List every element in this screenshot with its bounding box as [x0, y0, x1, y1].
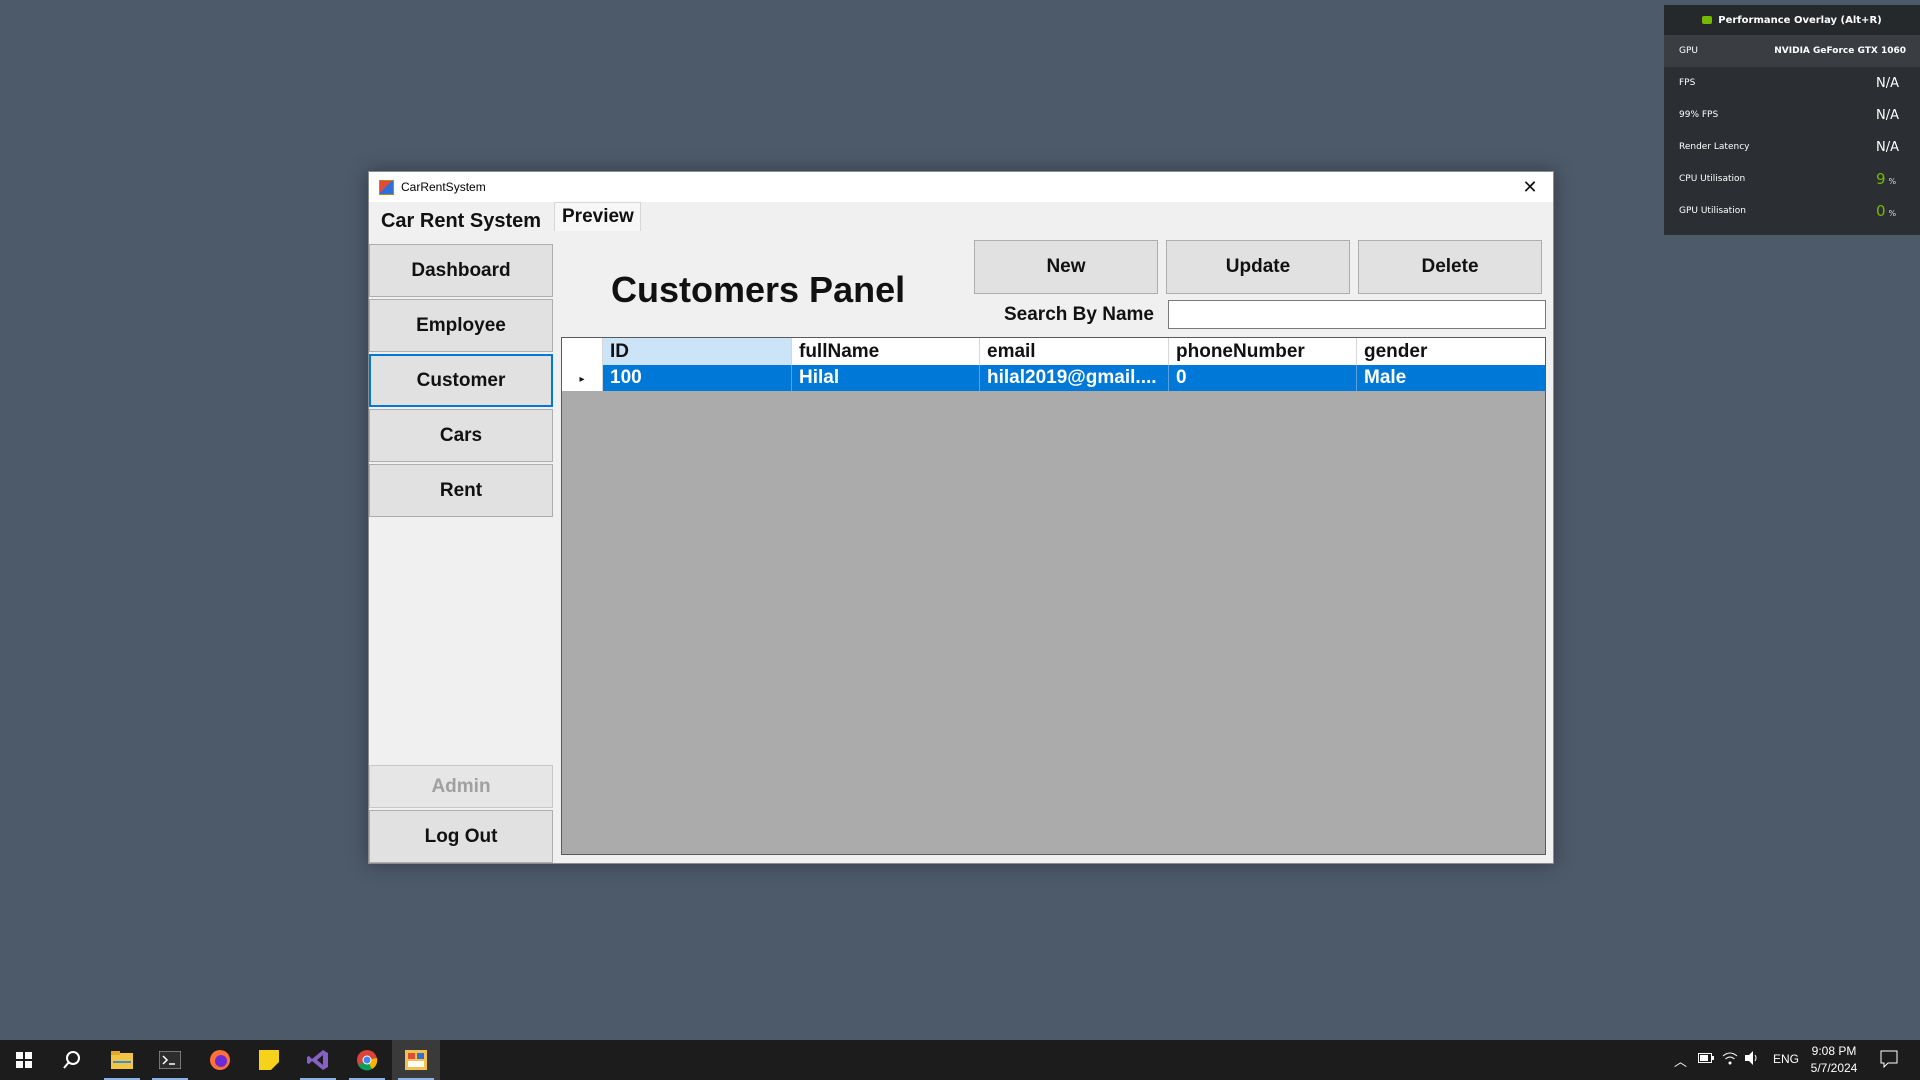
metric-value: 9% [1876, 170, 1906, 188]
sidebar-item-dashboard[interactable]: Dashboard [369, 244, 553, 297]
brand-title: Car Rent System [380, 210, 542, 232]
battery-icon[interactable] [1698, 1051, 1714, 1066]
firefox-icon[interactable] [196, 1040, 244, 1080]
overlay-gpu-value: NVIDIA GeForce GTX 1060 [1774, 46, 1906, 56]
tab-preview[interactable]: Preview [554, 202, 641, 232]
admin-button[interactable]: Admin [369, 765, 553, 808]
metric-value: N/A [1876, 75, 1899, 91]
app-window: CarRentSystem ✕ Car Rent System Dashboar… [368, 171, 1554, 864]
metric-unit: % [1888, 177, 1897, 186]
performance-overlay: Performance Overlay (Alt+R) GPU NVIDIA G… [1664, 5, 1920, 235]
metric-label: Render Latency [1679, 142, 1750, 152]
logout-button[interactable]: Log Out [369, 810, 553, 863]
wifi-icon[interactable] [1722, 1051, 1738, 1068]
sidebar-item-customer[interactable]: Customer [369, 354, 553, 407]
metric-label: CPU Utilisation [1679, 174, 1746, 184]
sidebar-item-rent[interactable]: Rent [369, 464, 553, 517]
sticky-notes-icon[interactable] [245, 1040, 293, 1080]
metric-value: N/A [1876, 139, 1899, 155]
column-header-gender[interactable]: gender [1357, 338, 1545, 365]
cell-gender[interactable]: Male [1357, 365, 1545, 391]
new-button[interactable]: New [974, 240, 1158, 294]
window-title: CarRentSystem [401, 180, 486, 194]
tab-strip: Preview [554, 202, 1552, 232]
nvidia-icon [1702, 16, 1713, 24]
search-icon[interactable] [48, 1040, 96, 1080]
volume-icon[interactable] [1745, 1051, 1761, 1068]
overlay-metric-latency: Render Latency N/A [1664, 131, 1920, 163]
metric-unit: % [1888, 209, 1897, 218]
terminal-icon[interactable] [146, 1040, 194, 1080]
cell-phonenumber[interactable]: 0 [1169, 365, 1357, 391]
column-header-phonenumber[interactable]: phoneNumber [1169, 338, 1357, 365]
sidebar-item-employee[interactable]: Employee [369, 299, 553, 352]
app-icon [379, 179, 394, 195]
overlay-metric-99fps: 99% FPS N/A [1664, 99, 1920, 131]
metric-number: 9 [1876, 170, 1886, 188]
column-header-fullname[interactable]: fullName [792, 338, 980, 365]
start-windows-icon[interactable] [0, 1040, 48, 1080]
metric-label: GPU Utilisation [1679, 206, 1746, 216]
clock[interactable]: 9:08 PM 5/7/2024 [1802, 1043, 1866, 1077]
visual-studio-icon[interactable] [294, 1040, 342, 1080]
metric-label: FPS [1679, 78, 1696, 88]
column-header-email[interactable]: email [980, 338, 1169, 365]
update-button[interactable]: Update [1166, 240, 1350, 294]
overlay-metric-cpu: CPU Utilisation 9% [1664, 163, 1920, 195]
search-label: Search By Name [1004, 304, 1154, 325]
chevron-up-icon[interactable]: ︿ [1674, 1051, 1687, 1070]
sidebar: Car Rent System Dashboard Employee Custo… [369, 202, 553, 863]
overlay-title: Performance Overlay (Alt+R) [1718, 14, 1882, 26]
metric-value: 0% [1876, 202, 1906, 220]
chrome-icon[interactable] [343, 1040, 391, 1080]
customers-panel: Customers Panel New Update Delete Search… [554, 231, 1552, 863]
language-indicator[interactable]: ENG [1773, 1052, 1799, 1066]
grid-header: ID fullName email phoneNumber gender [562, 338, 1545, 365]
page-title: Customers Panel [611, 269, 906, 310]
search-input[interactable] [1168, 300, 1546, 329]
close-icon[interactable]: ✕ [1507, 172, 1553, 202]
taskbar: ︿ ENG 9:08 PM 5/7/2024 [0, 1040, 1920, 1080]
clock-time: 9:08 PM [1811, 1044, 1857, 1058]
overlay-metric-fps: FPS N/A [1664, 67, 1920, 99]
row-selector-arrow-icon[interactable]: ▸ [562, 365, 603, 391]
table-row[interactable]: ▸ 100 Hilal hilal2019@gmail.... 0 Male [562, 365, 1545, 391]
metric-label: 99% FPS [1679, 110, 1719, 120]
column-header-id[interactable]: ID [603, 338, 792, 365]
carrentsystem-app-icon[interactable] [392, 1040, 440, 1080]
notification-icon[interactable] [1880, 1050, 1898, 1071]
metric-value: N/A [1876, 107, 1899, 123]
clock-date: 5/7/2024 [1810, 1061, 1858, 1075]
cell-fullname[interactable]: Hilal [792, 365, 980, 391]
delete-button[interactable]: Delete [1358, 240, 1542, 294]
overlay-header: Performance Overlay (Alt+R) [1664, 5, 1920, 35]
metric-number: 0 [1876, 202, 1886, 220]
row-header-corner[interactable] [562, 338, 603, 365]
window-titlebar[interactable]: CarRentSystem ✕ [369, 172, 1553, 202]
customers-grid[interactable]: ID fullName email phoneNumber gender ▸ 1… [561, 337, 1546, 855]
sidebar-item-cars[interactable]: Cars [369, 409, 553, 462]
overlay-gpu-label: GPU [1679, 46, 1698, 56]
overlay-metric-gpu-util: GPU Utilisation 0% [1664, 195, 1920, 227]
cell-id[interactable]: 100 [603, 365, 792, 391]
overlay-gpu-row: GPU NVIDIA GeForce GTX 1060 [1664, 35, 1920, 67]
cell-email[interactable]: hilal2019@gmail.... [980, 365, 1169, 391]
file-explorer-icon[interactable] [98, 1040, 146, 1080]
